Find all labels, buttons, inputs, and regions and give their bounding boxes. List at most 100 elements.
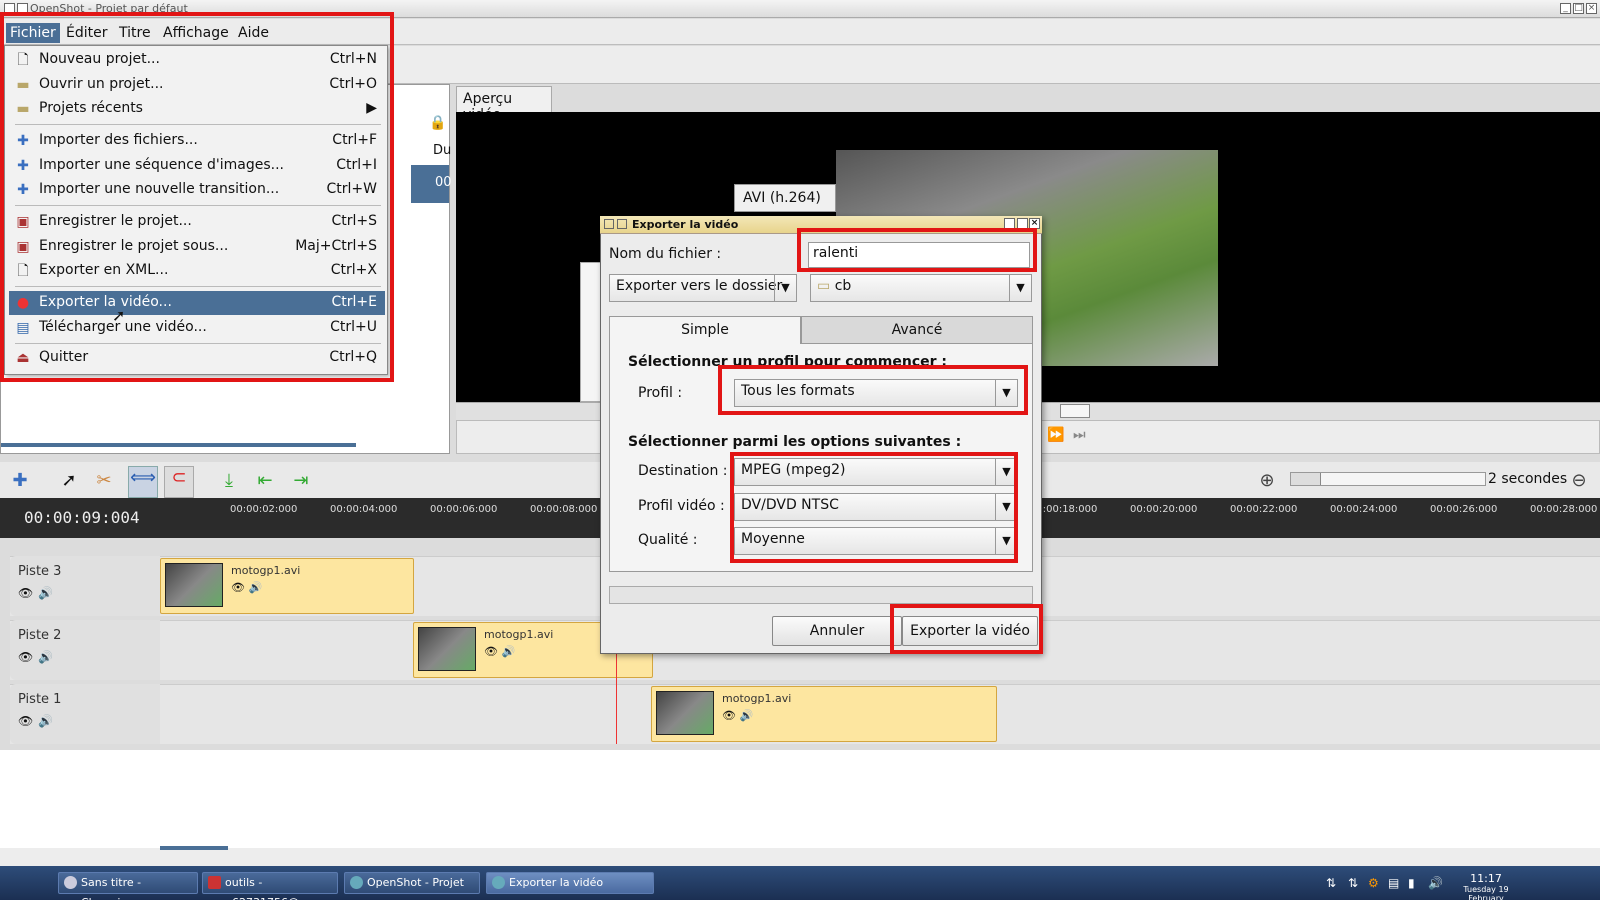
task-openshot[interactable]: OpenShot - Projet pa...	[344, 872, 480, 900]
lock-icon[interactable]: 🔒	[429, 115, 449, 135]
zoom-out-icon[interactable]: ⊖	[1568, 470, 1590, 492]
timeline-clip[interactable]: motogp1.avi 👁 🔊	[651, 686, 997, 742]
menuitem-import-transition[interactable]: ✚ Importer une nouvelle transition... Ctrl…	[9, 178, 385, 202]
profile-dropdown[interactable]: Tous les formats ▼	[734, 379, 1018, 407]
speaker-icon[interactable]: 🔊	[38, 714, 53, 728]
menu-editer[interactable]: Éditer	[62, 23, 111, 43]
destination-dropdown[interactable]: MPEG (mpeg2) ▼	[734, 458, 1018, 486]
timecode-display: 00:00:09:004	[24, 508, 140, 527]
resize-icon[interactable]: ⟺	[128, 466, 158, 498]
clip-eye-speaker-icon[interactable]: 👁 🔊	[231, 581, 262, 594]
menu-fichier[interactable]: Fichier	[6, 23, 60, 43]
menu-aide[interactable]: Aide	[234, 23, 273, 43]
speaker-icon[interactable]: 🔊	[38, 586, 53, 600]
folder-name: cb	[834, 278, 852, 294]
select-arrow-icon[interactable]: ➚	[58, 470, 80, 492]
network-icon[interactable]: ⇅	[1348, 876, 1358, 890]
clipboard-icon[interactable]: ▤	[1388, 876, 1399, 890]
network-icon[interactable]: ⇅	[1326, 876, 1336, 890]
ruler-tick: 00:00:28:000	[1530, 504, 1598, 515]
dialog-close-icon[interactable]: ×	[1029, 218, 1040, 229]
seekbar-thumb[interactable]	[1060, 404, 1090, 418]
window-shade-icon[interactable]	[17, 3, 28, 14]
clock-date: Tuesday 19 February	[1463, 885, 1509, 900]
folder-chooser[interactable]: ▭ cb ▼	[810, 274, 1032, 302]
minimize-icon[interactable]: _	[1560, 3, 1571, 14]
timeline-clip[interactable]: motogp1.avi 👁 🔊	[160, 558, 414, 614]
skip-end-icon[interactable]: ⏭	[1073, 427, 1086, 443]
dialog-minimize-icon[interactable]	[1004, 218, 1015, 229]
plus-icon: ✚	[17, 158, 29, 174]
quit-icon: ⏏	[16, 350, 30, 366]
dialog-shade-icon[interactable]	[617, 219, 627, 229]
selected-file-row[interactable]: 00	[411, 165, 452, 203]
ruler-tick: 00:00:20:000	[1130, 504, 1198, 515]
visibility-eye-icon[interactable]: 👁	[18, 714, 33, 728]
snap-magnet-icon[interactable]: ⊂	[164, 466, 194, 498]
clip-name: motogp1.avi	[231, 564, 301, 577]
menu-separator	[15, 343, 381, 344]
tab-advanced[interactable]: Avancé	[801, 316, 1033, 344]
menuitem-export-video[interactable]: ● Exporter la vidéo... Ctrl+E	[9, 291, 385, 315]
task-chromium[interactable]: Sans titre - Chromium	[58, 872, 198, 900]
menu-affichage[interactable]: Affichage	[159, 23, 233, 43]
dialog-title: Exporter la vidéo	[632, 218, 739, 231]
panel-scrollbar[interactable]	[1, 443, 356, 447]
export-to-dropdown[interactable]: Exporter vers le dossier ▼	[609, 274, 797, 302]
clip-eye-speaker-icon[interactable]: 👁 🔊	[722, 709, 753, 722]
task-export-dialog[interactable]: Exporter la vidéo	[486, 872, 654, 894]
clip-eye-speaker-icon[interactable]: 👁 🔊	[484, 645, 515, 658]
export-video-button[interactable]: Exporter la vidéo	[902, 616, 1038, 646]
column-header-duration[interactable]: Du	[433, 143, 451, 158]
visibility-eye-icon[interactable]: 👁	[18, 650, 33, 664]
window-menu-icon[interactable]	[4, 3, 15, 14]
menuitem-import-files[interactable]: ✚ Importer des fichiers... Ctrl+F	[9, 129, 385, 153]
fast-forward-icon[interactable]: ⏩	[1047, 427, 1064, 443]
volume-icon[interactable]: 🔊	[1428, 876, 1443, 890]
menuitem-download-video[interactable]: ▤ Télécharger une vidéo... Ctrl+U	[9, 316, 385, 340]
clock-time: 11:17	[1470, 872, 1502, 885]
visibility-eye-icon[interactable]: 👁	[18, 586, 33, 600]
maximize-icon[interactable]: □	[1573, 3, 1584, 14]
battery-icon[interactable]: ▮	[1408, 876, 1415, 890]
quality-dropdown[interactable]: Moyenne ▼	[734, 527, 1018, 555]
file-duration: 00	[435, 175, 452, 190]
playhead[interactable]	[616, 640, 617, 744]
zoom-slider[interactable]	[1290, 472, 1486, 486]
add-track-icon[interactable]: ✚	[9, 470, 31, 492]
speaker-icon[interactable]: 🔊	[38, 650, 53, 664]
clock[interactable]: 11:17 Tuesday 19 February	[1454, 872, 1518, 900]
menuitem-save-project-as[interactable]: ▣ Enregistrer le projet sous... Maj+Ctrl+S	[9, 235, 385, 259]
jump-end-icon[interactable]: ⇥	[290, 470, 312, 492]
cancel-button[interactable]: Annuler	[772, 616, 902, 646]
destination-value: MPEG (mpeg2)	[741, 462, 846, 478]
dialog-menu-icon[interactable]	[604, 219, 614, 229]
chevron-down-icon: ▼	[774, 275, 796, 301]
task-filezilla[interactable]: outils - u62731756@...	[202, 872, 338, 900]
menuitem-save-project[interactable]: ▣ Enregistrer le projet... Ctrl+S	[9, 210, 385, 234]
format-hint: AVI (h.264)	[734, 184, 836, 212]
section-profile-heading: Sélectionner un profil pour commencer :	[628, 354, 947, 370]
ruler-tick: 00:00:26:000	[1430, 504, 1498, 515]
close-icon[interactable]: ×	[1586, 3, 1597, 14]
zoom-in-icon[interactable]: ⊕	[1256, 470, 1278, 492]
video-profile-dropdown[interactable]: DV/DVD NTSC ▼	[734, 493, 1018, 521]
menuitem-recent-projects[interactable]: ▬ Projets récents ▶	[9, 97, 385, 121]
tab-video-preview[interactable]: Aperçu vidéo	[456, 86, 552, 123]
import-down-icon[interactable]: ⤓	[218, 470, 240, 492]
menu-titre[interactable]: Titre	[115, 23, 155, 43]
menuitem-import-image-sequence[interactable]: ✚ Importer une séquence d'images... Ctrl+I	[9, 154, 385, 178]
submenu-arrow-icon: ▶	[366, 100, 377, 116]
tab-simple[interactable]: Simple	[609, 316, 801, 344]
razor-icon[interactable]: ✂	[93, 470, 115, 492]
menuitem-export-xml[interactable]: 🗋 Exporter en XML... Ctrl+X	[9, 259, 385, 283]
jump-start-icon[interactable]: ⇤	[254, 470, 276, 492]
update-icon[interactable]: ⚙	[1368, 876, 1379, 890]
timeline-hscrollbar[interactable]	[160, 846, 228, 850]
zoom-slider-thumb[interactable]	[1291, 473, 1321, 485]
filename-input[interactable]: ralenti	[808, 242, 1030, 268]
menuitem-quit[interactable]: ⏏ Quitter Ctrl+Q	[9, 346, 385, 370]
menuitem-open-project[interactable]: ▬ Ouvrir un projet... Ctrl+O	[9, 73, 385, 97]
dialog-maximize-icon[interactable]	[1017, 218, 1028, 229]
menuitem-new-project[interactable]: 🗋 Nouveau projet... Ctrl+N	[9, 48, 385, 72]
